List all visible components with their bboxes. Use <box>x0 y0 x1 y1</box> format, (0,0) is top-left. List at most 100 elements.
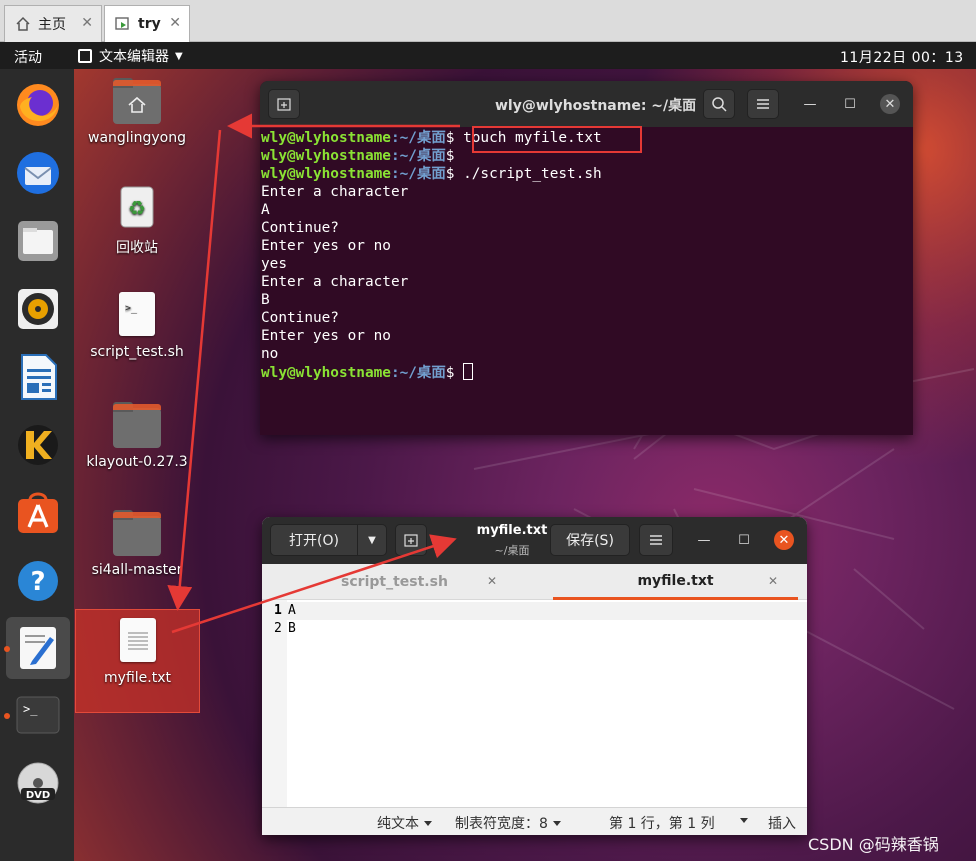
tab-width-selector[interactable]: 制表符宽度：8 <box>455 813 561 833</box>
home-folder-icon <box>113 76 161 124</box>
libreoffice-writer-icon[interactable] <box>10 349 66 405</box>
chevron-down-icon: ▼ <box>175 50 183 62</box>
minimize-button[interactable]: — <box>800 94 820 114</box>
status-bar: 纯文本 制表符宽度：8 第 1 行，第 1 列 插入 <box>262 807 807 835</box>
tab-label: script_test.sh <box>341 574 448 590</box>
new-tab-button[interactable] <box>268 89 300 119</box>
dock: ? >_ DVD <box>0 69 74 861</box>
activities-button[interactable]: 活动 <box>14 47 42 67</box>
terminal-line: Enter a character <box>261 184 409 200</box>
close-icon[interactable]: ✕ <box>81 15 93 31</box>
vm-tab-home[interactable]: 主页 ✕ <box>4 5 102 42</box>
editor-text-area[interactable]: 1 A 2 B <box>262 600 807 807</box>
app-menu[interactable]: 文本编辑器 ▼ <box>78 46 183 66</box>
tab-myfile[interactable]: myfile.txt ✕ <box>553 564 798 600</box>
line-number: 2 <box>274 621 282 636</box>
desktop-icon-klayout-folder[interactable]: klayout-0.27.3 <box>77 400 197 470</box>
vm-tab-label: 主页 <box>38 17 66 33</box>
text-file-icon <box>114 616 162 664</box>
editor-line: 1 A <box>262 602 807 620</box>
text-editor-small-icon <box>78 49 92 63</box>
terminal-header: wly@wlyhostname: ~/桌面 — ☐ ✕ <box>260 81 913 127</box>
annotation-highlight-box <box>472 126 642 153</box>
desktop-icon-trash[interactable]: ♻ 回收站 <box>77 183 197 257</box>
terminal-output[interactable]: wly@wlyhostname:~/桌面$ touch myfile.txt w… <box>260 127 913 381</box>
chevron-down-icon <box>552 821 561 826</box>
close-icon[interactable]: ✕ <box>487 574 497 588</box>
text-editor-icon[interactable] <box>6 617 70 679</box>
klayout-icon[interactable] <box>10 417 66 473</box>
desktop-icon-si4all-folder[interactable]: si4all-master <box>77 508 197 578</box>
close-icon[interactable]: ✕ <box>169 15 181 31</box>
app-menu-label: 文本编辑器 <box>99 49 169 65</box>
cursor-position[interactable]: 第 1 行，第 1 列 <box>609 813 715 833</box>
maximize-button[interactable]: ☐ <box>734 530 754 550</box>
terminal-line: Continue? <box>261 310 339 326</box>
help-icon[interactable]: ? <box>10 553 66 609</box>
minimize-button[interactable]: — <box>694 530 714 550</box>
svg-text:>_: >_ <box>125 303 138 314</box>
new-tab-icon <box>277 98 291 111</box>
vm-tab-strip: 主页 ✕ try ✕ <box>0 0 976 42</box>
save-button[interactable]: 保存(S) <box>550 524 630 556</box>
new-document-button[interactable] <box>395 524 427 556</box>
clock[interactable]: 11月22日 00：13 <box>840 47 964 67</box>
position-menu-button[interactable] <box>735 813 748 829</box>
terminal-line: Continue? <box>261 220 339 236</box>
text-editor-window: 打开(O) ▼ myfile.txt ~/桌面 保存(S) — ☐ ✕ scri… <box>262 517 807 835</box>
chevron-down-icon <box>740 818 748 823</box>
rhythmbox-icon[interactable] <box>10 281 66 337</box>
vm-icon <box>114 15 132 33</box>
files-icon[interactable] <box>10 213 66 269</box>
hamburger-icon <box>757 99 769 109</box>
desktop-icon-label: si4all-master <box>91 562 183 578</box>
desktop-icon-home-folder[interactable]: wanglingyong <box>77 76 197 146</box>
search-button[interactable] <box>703 89 735 119</box>
svg-text:♻: ♻ <box>128 196 146 220</box>
running-indicator <box>4 646 10 652</box>
document-tabs: script_test.sh ✕ myfile.txt ✕ <box>262 564 807 600</box>
firefox-icon[interactable] <box>10 77 66 133</box>
text-editor-header: 打开(O) ▼ myfile.txt ~/桌面 保存(S) — ☐ ✕ <box>262 517 807 564</box>
home-icon <box>14 15 32 33</box>
open-menu-button[interactable]: ▼ <box>357 524 387 556</box>
software-center-icon[interactable] <box>10 485 66 541</box>
terminal-line: A <box>261 202 270 218</box>
insert-mode-indicator[interactable]: 插入 <box>768 813 796 833</box>
hamburger-menu-button[interactable] <box>747 89 779 119</box>
desktop-icon-myfile[interactable]: myfile.txt <box>75 609 200 713</box>
desktop-icon-script[interactable]: >_ script_test.sh <box>77 290 197 360</box>
terminal-icon[interactable]: >_ <box>10 687 66 743</box>
line-text: A <box>288 603 296 618</box>
close-icon[interactable]: ✕ <box>768 574 778 588</box>
terminal-line: Enter a character <box>261 274 409 290</box>
open-button[interactable]: 打开(O) <box>270 524 358 556</box>
close-button[interactable]: ✕ <box>880 94 900 114</box>
vm-tab-label: try <box>138 16 161 32</box>
language-mode-selector[interactable]: 纯文本 <box>377 813 432 833</box>
folder-icon <box>113 400 161 448</box>
script-file-icon: >_ <box>113 290 161 338</box>
vm-tab-try[interactable]: try ✕ <box>104 5 190 42</box>
chevron-down-icon <box>424 821 432 826</box>
line-number: 1 <box>274 603 282 618</box>
watermark: CSDN @码辣香锅 <box>808 835 939 854</box>
search-icon <box>712 97 727 112</box>
terminal-title: wly@wlyhostname: ~/桌面 <box>495 98 697 114</box>
terminal-line: no <box>261 346 279 362</box>
hamburger-menu-button[interactable] <box>639 524 673 556</box>
desktop-icon-label: myfile.txt <box>104 670 171 686</box>
running-indicator <box>4 713 10 719</box>
maximize-button[interactable]: ☐ <box>840 94 860 114</box>
top-panel: 活动 文本编辑器 ▼ 11月22日 00：13 <box>0 42 976 69</box>
dvd-icon[interactable]: DVD <box>10 755 66 811</box>
tab-script-test[interactable]: script_test.sh ✕ <box>272 564 517 600</box>
close-button[interactable]: ✕ <box>774 530 794 550</box>
chevron-down-icon: ▼ <box>368 534 376 546</box>
tab-label: myfile.txt <box>637 572 714 589</box>
editor-line: 2 B <box>262 620 807 638</box>
svg-text:>_: >_ <box>23 702 38 716</box>
terminal-cursor <box>463 363 474 380</box>
thunderbird-icon[interactable] <box>10 145 66 201</box>
terminal-line: yes <box>261 256 287 272</box>
